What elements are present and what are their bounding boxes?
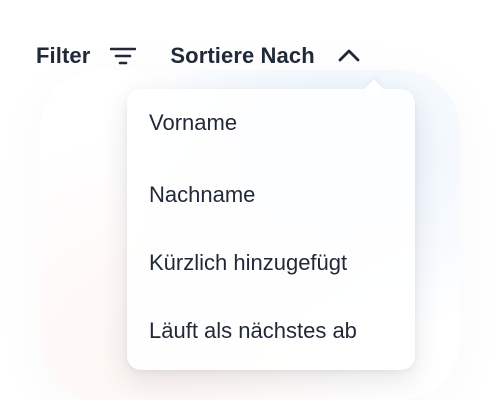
sort-option-label: Nachname — [149, 182, 256, 207]
filter-lines-icon — [110, 45, 137, 67]
sort-option-expires-next[interactable]: Läuft als nächstes ab — [127, 297, 415, 365]
sort-options-list: Vorname Nachname Kürzlich hinzugefügt Lä… — [127, 89, 415, 365]
sort-by-button[interactable]: Sortiere Nach — [170, 43, 360, 69]
filter-label: Filter — [36, 43, 91, 68]
sort-option-label: Kürzlich hinzugefügt — [149, 250, 348, 275]
filter-button[interactable]: Filter — [36, 43, 137, 69]
sort-option-label: Läuft als nächstes ab — [149, 318, 357, 343]
sort-filter-screen: Filter Sortiere Nach Vorname Nachname Kü… — [0, 0, 504, 400]
sort-option-nachname[interactable]: Nachname — [127, 161, 415, 229]
chevron-up-icon — [337, 45, 361, 67]
sort-option-label: Vorname — [149, 110, 238, 135]
sort-by-label: Sortiere Nach — [170, 43, 315, 68]
sort-option-vorname[interactable]: Vorname — [127, 89, 415, 161]
sort-option-recently-added[interactable]: Kürzlich hinzugefügt — [127, 229, 415, 297]
toolbar: Filter Sortiere Nach — [36, 40, 361, 72]
sort-dropdown-menu: Vorname Nachname Kürzlich hinzugefügt Lä… — [127, 79, 415, 370]
